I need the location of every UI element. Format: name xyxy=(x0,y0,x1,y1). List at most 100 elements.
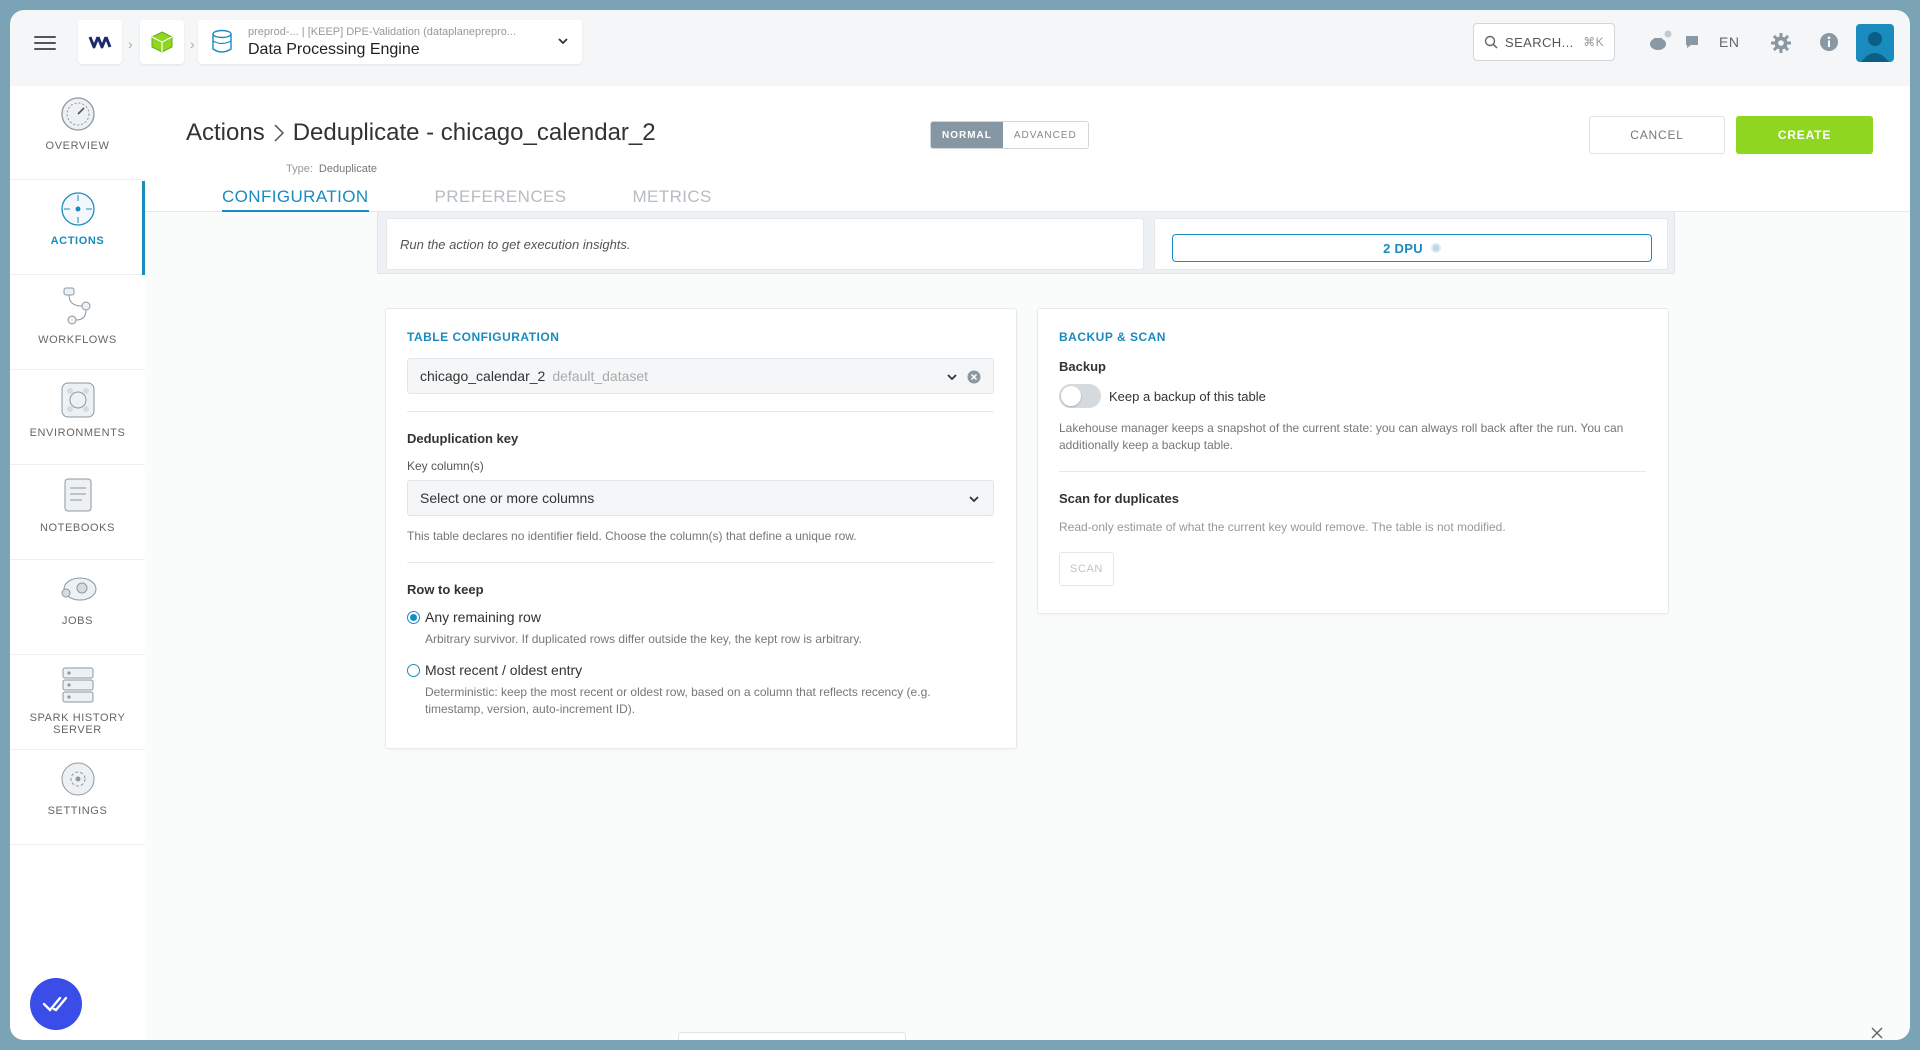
sidebar-item-environments[interactable]: ENVIRONMENTS xyxy=(10,371,145,465)
tab-metrics[interactable]: METRICS xyxy=(632,187,711,212)
main-panel: Actions Deduplicate - chicago_calendar_2… xyxy=(145,86,1910,1040)
language-selector[interactable]: EN xyxy=(1719,34,1739,50)
app-selector[interactable]: preprod-... | [KEEP] DPE-Validation (dat… xyxy=(198,20,582,64)
dataset-name: default_dataset xyxy=(552,368,649,384)
sidebar-item-notebooks[interactable]: NOTEBOOKS xyxy=(10,466,145,560)
key-columns-select[interactable]: Select one or more columns xyxy=(407,480,994,516)
chevron-down-icon xyxy=(558,38,568,45)
search-shortcut: ⌘K xyxy=(1583,35,1604,49)
mode-toggle: NORMAL ADVANCED xyxy=(930,121,1089,149)
type-label: Type: xyxy=(286,163,313,175)
app-name: Data Processing Engine xyxy=(248,40,420,58)
page-title: Actions Deduplicate - chicago_calendar_2 xyxy=(186,119,656,147)
chevron-right-icon: › xyxy=(128,36,133,52)
table-configuration-title: TABLE CONFIGURATION xyxy=(407,330,560,344)
mode-advanced-button[interactable]: ADVANCED xyxy=(1002,122,1088,148)
search-label: SEARCH... xyxy=(1505,34,1574,50)
sidebar-item-label: JOBS xyxy=(61,615,94,627)
help-fab-button[interactable] xyxy=(30,978,82,1030)
backup-helper-line: additionally keep a backup table. xyxy=(1059,438,1234,452)
tab-preferences[interactable]: PREFERENCES xyxy=(435,187,567,212)
dpu-status-icon xyxy=(1430,243,1441,253)
gear-icon[interactable] xyxy=(1770,32,1792,54)
table-select[interactable]: chicago_calendar_2 default_dataset xyxy=(407,358,994,394)
dpe-app-icon xyxy=(212,29,232,53)
sidebar-item-label: SETTINGS xyxy=(47,805,108,817)
backup-helper-line: Lakehouse manager keeps a snapshot of th… xyxy=(1059,421,1624,435)
tab-bar: CONFIGURATION PREFERENCES METRICS xyxy=(222,187,778,212)
double-check-icon xyxy=(42,996,68,1012)
type-value: Deduplicate xyxy=(318,163,377,175)
sidebar-item-label: OVERVIEW xyxy=(45,140,110,152)
backup-scan-title: BACKUP & SCAN xyxy=(1059,330,1166,344)
radio-label: Most recent / oldest entry xyxy=(425,662,583,678)
info-icon[interactable] xyxy=(1819,32,1839,52)
radio-unchecked-icon xyxy=(407,663,420,677)
backup-helper-text: Lakehouse manager keeps a snapshot of th… xyxy=(1059,420,1623,454)
actions-icon xyxy=(60,192,95,226)
overview-icon xyxy=(60,97,95,131)
settings-icon xyxy=(61,762,94,796)
scan-label: Scan for duplicates xyxy=(1059,491,1179,506)
scan-button[interactable]: SCAN xyxy=(1059,552,1114,586)
close-icon[interactable] xyxy=(1871,1027,1883,1039)
divider xyxy=(407,411,994,412)
backup-toggle[interactable] xyxy=(1059,384,1101,408)
notebooks-icon xyxy=(64,478,91,512)
dpu-panel: 2 DPU xyxy=(1154,218,1668,270)
insights-message: Run the action to get execution insights… xyxy=(386,218,1144,270)
sidebar-item-label: ENVIRONMENTS xyxy=(29,427,126,439)
breadcrumb-actions-link[interactable]: Actions xyxy=(186,119,265,147)
app-context: preprod-... | [KEEP] DPE-Validation (dat… xyxy=(248,25,517,38)
divider xyxy=(1059,471,1646,472)
create-button[interactable]: CREATE xyxy=(1736,116,1873,154)
sidebar-item-actions[interactable]: ACTIONS xyxy=(10,181,145,275)
table-configuration-card: TABLE CONFIGURATION chicago_calendar_2 d… xyxy=(385,308,1017,749)
search-button[interactable]: SEARCH... ⌘K xyxy=(1473,23,1615,61)
radio-label: Any remaining row xyxy=(425,609,541,625)
search-icon xyxy=(1484,35,1498,49)
key-columns-placeholder: Select one or more columns xyxy=(420,490,595,506)
sidebar-item-spark-history-server[interactable]: SPARK HISTORY SERVER xyxy=(10,656,145,750)
radio-checked-icon xyxy=(407,610,420,624)
sidebar-item-overview[interactable]: OVERVIEW xyxy=(10,86,145,180)
cancel-button[interactable]: CANCEL xyxy=(1589,116,1725,154)
sidebar-item-label: NOTEBOOKS xyxy=(39,522,116,534)
ai-assistant-icon[interactable] xyxy=(1648,30,1672,52)
dpu-button[interactable]: 2 DPU xyxy=(1172,234,1652,262)
dpu-value: 2 DPU xyxy=(1383,240,1423,256)
radio-most-recent-oldest[interactable]: Most recent / oldest entry xyxy=(407,662,582,678)
bottom-drawer-handle[interactable] xyxy=(678,1032,906,1040)
jobs-icon xyxy=(61,577,96,601)
user-icon xyxy=(1861,32,1889,62)
clear-icon[interactable] xyxy=(967,370,981,384)
org-logo-tile[interactable] xyxy=(78,20,122,64)
backup-label: Backup xyxy=(1059,359,1106,374)
avatar[interactable] xyxy=(1856,24,1894,62)
sidebar-item-jobs[interactable]: JOBS xyxy=(10,561,145,655)
sidebar-item-workflows[interactable]: WORKFLOWS xyxy=(10,276,145,370)
row-to-keep-label: Row to keep xyxy=(407,582,484,597)
menu-icon[interactable] xyxy=(34,32,56,54)
chevron-down-icon xyxy=(947,374,957,381)
chevron-right-icon xyxy=(274,124,284,142)
action-type: Type: Deduplicate xyxy=(286,163,377,175)
table-name: chicago_calendar_2 xyxy=(420,368,546,384)
radio-any-remaining-row[interactable]: Any remaining row xyxy=(407,609,541,625)
org-logo-icon xyxy=(88,36,112,49)
key-helper-text: This table declares no identifier field.… xyxy=(407,529,857,543)
option-recent-helper-line: Deterministic: keep the most recent or o… xyxy=(425,685,931,699)
app-window: › › preprod-... | [KEEP] DPE-Validation … xyxy=(10,10,1910,1040)
chevron-right-icon: › xyxy=(190,36,195,52)
option-recent-helper-line: timestamp, version, auto-increment ID). xyxy=(425,702,636,716)
top-bar: › › preprod-... | [KEEP] DPE-Validation … xyxy=(10,10,1910,84)
chat-icon[interactable] xyxy=(1684,34,1700,50)
mode-normal-button[interactable]: NORMAL xyxy=(931,122,1003,148)
sidebar: OVERVIEW ACTIONS WORKFLOWS ENVIRONMENTS … xyxy=(10,86,145,1040)
option-any-helper: Arbitrary survivor. If duplicated rows d… xyxy=(425,632,862,646)
key-columns-label: Key column(s) xyxy=(407,459,484,473)
project-tile[interactable] xyxy=(140,20,184,64)
sidebar-item-settings[interactable]: SETTINGS xyxy=(10,751,145,845)
tab-configuration[interactable]: CONFIGURATION xyxy=(222,187,369,212)
chevron-down-icon xyxy=(969,496,979,503)
